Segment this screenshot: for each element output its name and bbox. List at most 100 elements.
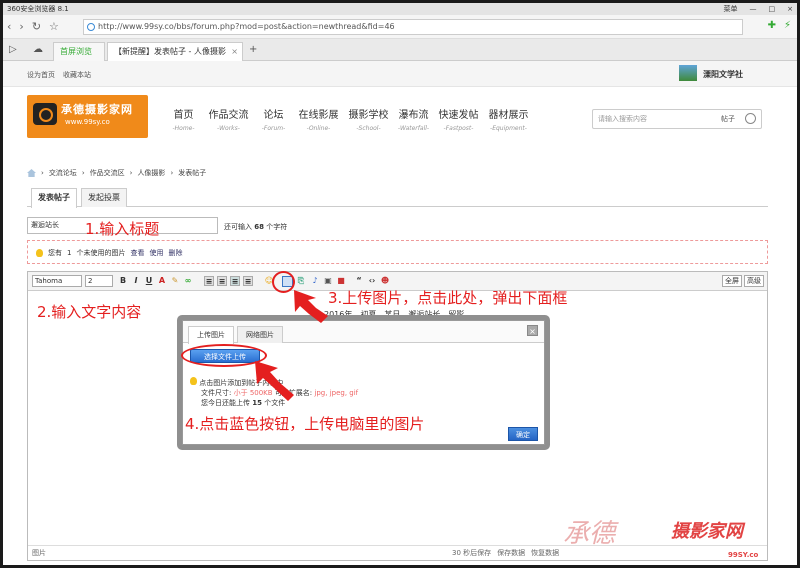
breadcrumb-forum[interactable]: 交流论坛: [49, 168, 77, 178]
annotation-step-2: 2.输入文字内容: [37, 303, 142, 321]
status-images-label: 图片: [32, 549, 46, 557]
url-input[interactable]: http://www.99sy.co/bbs/forum.php?mod=pos…: [83, 19, 743, 35]
main-nav: 首页 -Home- 作品交流 -Works- 论坛 -Forum- 在线影展 -Onli…: [166, 106, 536, 132]
code-icon[interactable]: ‹›: [367, 276, 377, 286]
confirm-button[interactable]: 确定: [508, 427, 538, 441]
tab-first-screen[interactable]: 首屏浏览: [53, 42, 105, 61]
video-icon[interactable]: ▣: [323, 276, 333, 286]
nav-online[interactable]: 在线影展 -Online-: [296, 106, 341, 132]
site-top-bar: 设为首页 收藏本站 溧阳文学社: [3, 61, 797, 87]
underline-button[interactable]: U: [144, 276, 154, 286]
restore-data-button[interactable]: 恢复数据: [531, 546, 559, 560]
link-icon[interactable]: ∞: [183, 276, 193, 286]
title-remaining: 还可输入 68 个字符: [224, 223, 288, 231]
home-icon[interactable]: [27, 169, 36, 177]
logo-url: www.99sy.co: [65, 118, 110, 126]
attachment-icon[interactable]: ⎘: [296, 276, 306, 286]
align-left-button[interactable]: ≡: [204, 276, 214, 286]
watermark-title: 摄影家网: [671, 521, 743, 542]
save-data-button[interactable]: 保存数据: [497, 546, 525, 560]
lightbulb-icon: [190, 377, 197, 385]
watermark-calligraphy: 承德: [563, 519, 616, 549]
search-icon[interactable]: [745, 113, 756, 124]
window-title: 360安全浏览器 8.1: [7, 5, 69, 13]
nav-forum[interactable]: 论坛 -Forum-: [256, 106, 291, 132]
nav-school[interactable]: 摄影学校 -School-: [346, 106, 391, 132]
site-badge-icon: [679, 65, 697, 81]
refresh-icon[interactable]: ↻: [32, 20, 41, 33]
font-family-select[interactable]: Tahoma: [32, 275, 82, 287]
address-bar: ‹ › ↻ ☆ http://www.99sy.co/bbs/forum.php…: [3, 15, 797, 39]
close-icon[interactable]: ×: [527, 325, 538, 336]
nav-waterfall[interactable]: 瀑布流 -Waterfall-: [396, 106, 431, 132]
view-images-link[interactable]: 查看: [130, 248, 144, 258]
watermark-url: 99SY.co: [728, 551, 759, 559]
autosave-countdown: 30 秒后保存: [452, 549, 492, 557]
nav-fastpost[interactable]: 快速发帖 -Fastpost-: [436, 106, 481, 132]
logo-title: 承德摄影家网: [61, 103, 133, 116]
minimize-button[interactable]: —: [750, 3, 757, 15]
site-logo[interactable]: 承德摄影家网 www.99sy.co: [27, 95, 148, 138]
fullscreen-button[interactable]: 全屏: [722, 275, 742, 287]
breadcrumb-portrait[interactable]: 人像摄影: [137, 168, 165, 178]
italic-button[interactable]: I: [131, 276, 141, 286]
use-images-link[interactable]: 使用: [149, 248, 163, 258]
highlight-icon[interactable]: ✎: [170, 276, 180, 286]
shield-icon[interactable]: ✚: [768, 20, 776, 31]
sidebar-toggle-icon[interactable]: ▷: [9, 44, 17, 55]
set-homepage-link[interactable]: 设为首页: [27, 70, 55, 80]
nav-works[interactable]: 作品交流 -Works-: [206, 106, 251, 132]
back-icon[interactable]: ‹: [7, 20, 11, 33]
star-icon[interactable]: ☆: [49, 20, 59, 33]
forward-icon[interactable]: ›: [19, 20, 23, 33]
camera-icon: [33, 103, 57, 125]
search-input[interactable]: 请输入搜索内容 帖子: [592, 109, 762, 129]
upload-info: 点击图片添加到帖子内容中 文件尺寸: 小于 500KB 可用扩展名: jpg, …: [190, 377, 358, 408]
cloud-icon[interactable]: ☁: [33, 44, 43, 55]
music-icon[interactable]: ♪: [310, 276, 320, 286]
lightbulb-icon: [36, 249, 43, 257]
close-window-button[interactable]: ×: [787, 3, 793, 15]
annotation-step-1: 1.输入标题: [85, 220, 160, 238]
tab-new-post[interactable]: 发表帖子: [31, 188, 77, 208]
title-bar: 360安全浏览器 8.1 菜单 — □ ×: [3, 3, 797, 15]
tab-new-thread[interactable]: 【新提醒】发表帖子 - 人像摄影 ×: [107, 42, 243, 61]
nav-home[interactable]: 首页 -Home-: [166, 106, 201, 132]
post-type-tabs: 发表帖子 发起投票: [27, 185, 768, 208]
bold-button[interactable]: B: [118, 276, 128, 286]
globe-icon: [87, 23, 95, 31]
annotation-step-3: 3.上传图片，点击此处，弹出下面框: [328, 289, 568, 307]
search-scope-select[interactable]: 帖子: [721, 110, 735, 128]
bookmark-site-link[interactable]: 收藏本站: [63, 70, 91, 80]
menu-button[interactable]: 菜单: [724, 3, 738, 15]
align-justify-button[interactable]: ≡: [230, 276, 240, 286]
flash-icon[interactable]: ■: [336, 276, 346, 286]
highlight-circle-image-tool: [272, 271, 295, 293]
font-color-button[interactable]: A: [157, 276, 167, 286]
browser-window: 360安全浏览器 8.1 菜单 — □ × ‹ › ↻ ☆ http://www…: [3, 3, 797, 565]
editor-status-bar: 图片 30 秒后保存 保存数据 恢复数据: [28, 545, 767, 560]
hide-content-icon[interactable]: ☻: [380, 276, 390, 286]
tab-upload-image[interactable]: 上传图片: [188, 326, 234, 344]
maximize-button[interactable]: □: [769, 3, 776, 15]
font-size-select[interactable]: 2: [85, 275, 113, 287]
align-right-button[interactable]: ≡: [243, 276, 253, 286]
tab-new-poll[interactable]: 发起投票: [81, 188, 127, 207]
breadcrumb-works[interactable]: 作品交流区: [90, 168, 125, 178]
highlight-circle-upload-button: [181, 344, 267, 367]
advanced-mode-button[interactable]: 高级: [744, 275, 764, 287]
dialog-tabs: 上传图片 网络图片 ×: [183, 321, 544, 344]
quote-icon[interactable]: “: [354, 276, 364, 286]
tab-web-image[interactable]: 网络图片: [237, 326, 283, 343]
close-tab-icon[interactable]: ×: [231, 43, 238, 60]
annotation-step-4: 4.点击蓝色按钮，上传电脑里的图片: [185, 415, 425, 433]
lightning-icon[interactable]: ⚡: [784, 20, 791, 31]
delete-images-link[interactable]: 删除: [168, 248, 182, 258]
tab-bar: ▷ ☁ 首屏浏览 【新提醒】发表帖子 - 人像摄影 × +: [3, 39, 797, 61]
breadcrumb: › 交流论坛 › 作品交流区 › 人像摄影 › 发表帖子: [27, 168, 206, 178]
new-tab-button[interactable]: +: [249, 44, 257, 55]
align-center-button[interactable]: ≡: [217, 276, 227, 286]
site-name[interactable]: 溧阳文学社: [703, 69, 743, 80]
unused-images-bar: 您有 1 个未使用的图片 查看 使用 删除: [27, 240, 768, 264]
nav-equipment[interactable]: 器材展示 -Equipment-: [486, 106, 531, 132]
